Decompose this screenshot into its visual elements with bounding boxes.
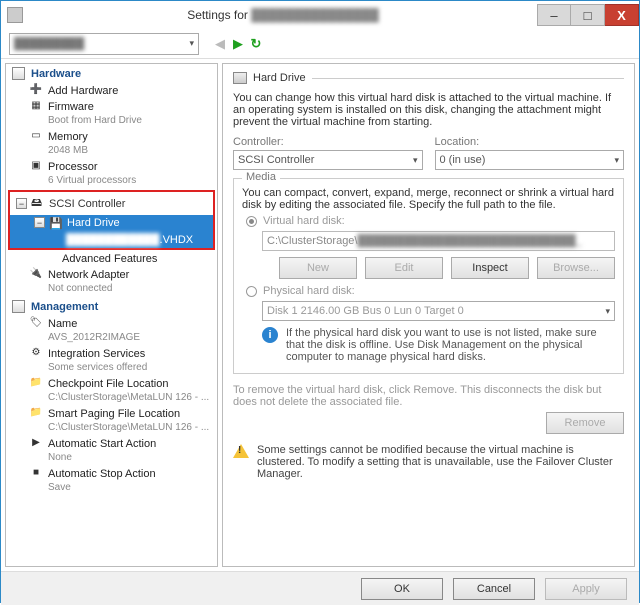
chevron-down-icon: ▾ [614, 155, 619, 166]
remove-note: To remove the virtual hard disk, click R… [233, 384, 624, 408]
new-button: New [279, 257, 357, 279]
media-group: Media You can compact, convert, expand, … [233, 178, 624, 374]
browse-button: Browse... [537, 257, 615, 279]
physical-disk-select: Disk 1 2146.00 GB Bus 0 Lun 0 Target 0▾ [262, 301, 615, 321]
services-icon: ⚙ [28, 347, 44, 359]
maximize-button[interactable]: □ [571, 4, 605, 26]
vhd-path-input[interactable]: C:\ClusterStorage\██████████████████████… [262, 231, 615, 251]
memory-icon: ▭ [28, 130, 44, 142]
memory-item[interactable]: ▭ Memory2048 MB [6, 129, 217, 159]
media-group-title: Media [242, 171, 280, 183]
add-icon: ➕ [28, 84, 44, 96]
collapse-icon[interactable]: − [34, 217, 45, 228]
section-description: You can change how this virtual hard dis… [233, 92, 624, 128]
management-category[interactable]: Management [6, 297, 217, 316]
settings-window: Settings for ███████████████ – □ X █████… [0, 0, 640, 603]
physical-disk-info: i If the physical hard disk you want to … [262, 327, 615, 363]
nav-forward-icon[interactable]: ▶ [229, 36, 247, 52]
settings-tree: Hardware ➕ Add Hardware ▦ FirmwareBoot f… [5, 63, 218, 567]
location-label: Location: [435, 136, 625, 148]
collapse-icon[interactable]: − [16, 198, 27, 209]
minimize-button[interactable]: – [537, 4, 571, 26]
scsi-controller-item[interactable]: − 🖴 SCSI Controller [10, 192, 213, 215]
edit-button: Edit [365, 257, 443, 279]
vm-selector[interactable]: █████████▾ [9, 33, 199, 55]
cpu-icon: ▣ [28, 160, 44, 172]
radio-icon [246, 286, 257, 297]
smart-paging-location-item[interactable]: 📁 Smart Paging File LocationC:\ClusterSt… [6, 406, 217, 436]
detail-pane: Hard Drive You can change how this virtu… [222, 63, 635, 567]
controller-icon: 🖴 [31, 194, 45, 213]
checkpoint-location-item[interactable]: 📁 Checkpoint File LocationC:\ClusterStor… [6, 376, 217, 406]
close-button[interactable]: X [605, 4, 639, 26]
auto-start-item[interactable]: ▶ Automatic Start ActionNone [6, 436, 217, 466]
controller-label: Controller: [233, 136, 423, 148]
controller-select[interactable]: SCSI Controller▾ [233, 150, 423, 170]
apply-button: Apply [545, 578, 627, 600]
hard-drive-file-item[interactable]: ████████████.VHDX [10, 232, 213, 248]
disk-icon [233, 72, 247, 84]
folder-icon: 📁 [28, 377, 44, 389]
play-icon: ▶ [28, 437, 44, 449]
refresh-icon[interactable]: ↻ [247, 36, 265, 52]
radio-icon [246, 216, 257, 227]
network-adapter-item[interactable]: 🔌 Network AdapterNot connected [6, 267, 217, 297]
advanced-features-item[interactable]: Advanced Features [6, 251, 217, 267]
hardware-category[interactable]: Hardware [6, 64, 217, 83]
network-icon: 🔌 [28, 268, 44, 280]
name-item[interactable]: 🏷 NameAVS_2012R2IMAGE [6, 316, 217, 346]
warning-icon [233, 444, 249, 458]
dialog-footer: OK Cancel Apply [1, 571, 639, 605]
disk-icon: 💾 [49, 217, 63, 230]
window-title: Settings for ███████████████ [29, 8, 537, 22]
window-buttons: – □ X [537, 4, 639, 26]
remove-button: Remove [546, 412, 624, 434]
media-description: You can compact, convert, expand, merge,… [242, 187, 615, 211]
nav-back-icon[interactable]: ◀ [211, 36, 229, 52]
title-bar: Settings for ███████████████ – □ X [1, 1, 639, 29]
physical-hard-disk-radio[interactable]: Physical hard disk: [246, 285, 615, 297]
toolbar: █████████▾ ◀ ▶ ↻ [1, 29, 639, 59]
hard-drive-item[interactable]: − 💾 Hard Drive [10, 215, 213, 232]
chip-icon: ▦ [28, 100, 44, 112]
ok-button[interactable]: OK [361, 578, 443, 600]
inspect-button[interactable]: Inspect [451, 257, 529, 279]
tag-icon: 🏷 [28, 317, 44, 329]
location-select[interactable]: 0 (in use)▾ [435, 150, 625, 170]
chevron-down-icon: ▾ [413, 155, 418, 166]
virtual-hard-disk-radio[interactable]: Virtual hard disk: [246, 215, 615, 227]
auto-stop-item[interactable]: ■ Automatic Stop ActionSave [6, 466, 217, 496]
cluster-warning: Some settings cannot be modified because… [233, 444, 624, 480]
app-icon [7, 7, 23, 23]
integration-services-item[interactable]: ⚙ Integration ServicesSome services offe… [6, 346, 217, 376]
firmware-item[interactable]: ▦ FirmwareBoot from Hard Drive [6, 99, 217, 129]
section-heading: Hard Drive [233, 72, 624, 84]
add-hardware-item[interactable]: ➕ Add Hardware [6, 83, 217, 99]
folder-icon: 📁 [28, 407, 44, 419]
stop-icon: ■ [28, 467, 44, 479]
chevron-down-icon: ▾ [605, 306, 610, 317]
highlight-box: − 🖴 SCSI Controller − 💾 Hard Drive █████… [8, 190, 215, 250]
cancel-button[interactable]: Cancel [453, 578, 535, 600]
processor-item[interactable]: ▣ Processor6 Virtual processors [6, 159, 217, 189]
info-icon: i [262, 327, 278, 343]
chevron-down-icon: ▾ [189, 38, 194, 49]
